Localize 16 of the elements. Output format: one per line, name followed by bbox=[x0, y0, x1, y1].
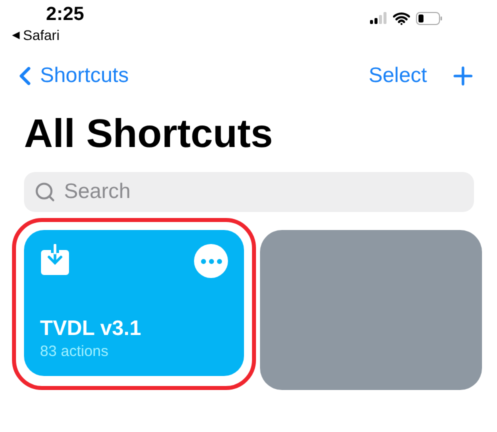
back-arrow[interactable]: ◀ bbox=[12, 29, 20, 41]
select-button[interactable]: Select bbox=[368, 64, 427, 88]
back-to-app-link[interactable]: Safari bbox=[23, 27, 60, 43]
back-button[interactable]: Shortcuts bbox=[10, 61, 129, 91]
more-button[interactable] bbox=[194, 244, 228, 278]
download-icon bbox=[40, 244, 70, 276]
status-time: 2:25 bbox=[46, 4, 84, 26]
action-count: 83 actions bbox=[40, 343, 110, 360]
battery-icon bbox=[416, 12, 443, 24]
shortcut-card[interactable]: TVDL v3.1 83 actions bbox=[24, 230, 244, 376]
wifi-icon bbox=[393, 12, 410, 24]
page-title: All Shortcuts bbox=[24, 111, 274, 158]
search-field[interactable]: Search bbox=[24, 172, 474, 212]
shortcut-name: TVDL v3.1 bbox=[40, 317, 142, 341]
signal-icon bbox=[370, 12, 387, 24]
search-icon bbox=[34, 181, 56, 203]
